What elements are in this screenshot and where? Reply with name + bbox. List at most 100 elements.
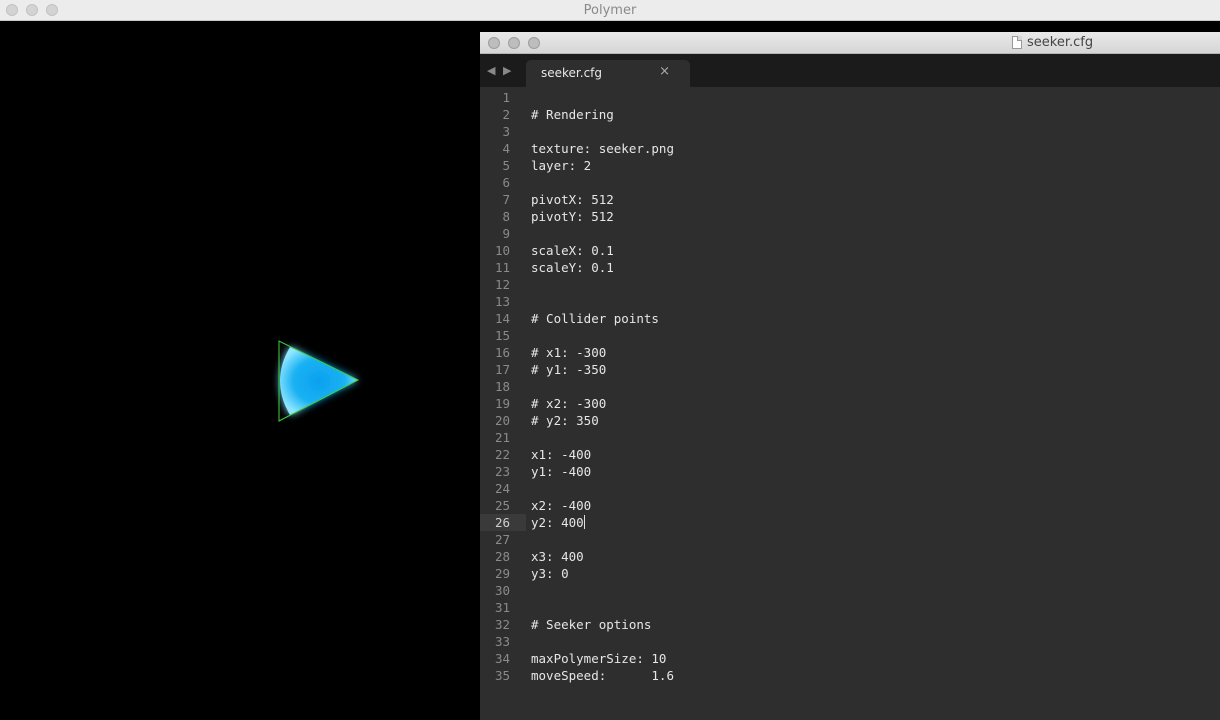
line-number: 10 [494, 243, 510, 258]
code-line-text: # Rendering [531, 107, 614, 122]
code-line[interactable]: 27 [480, 531, 1220, 548]
code-line[interactable]: 4 texture: seeker.png [480, 140, 1220, 157]
line-number: 26 [494, 515, 510, 530]
line-number: 35 [494, 668, 510, 683]
line-number: 24 [494, 481, 510, 496]
code-line[interactable]: 34 maxPolymerSize: 10 [480, 650, 1220, 667]
code-line-text: x2: -400 [531, 498, 592, 513]
code-line[interactable]: 6 [480, 174, 1220, 191]
line-number: 16 [494, 345, 510, 360]
line-number: 6 [502, 175, 510, 190]
code-editor[interactable]: 1 2 # Rendering 3 4 texture: seeker.png 5 layer… [480, 89, 1220, 720]
line-number: 1 [502, 90, 510, 105]
tab-bar: ◀ ▶ seeker.cfg × [480, 54, 1220, 87]
code-line[interactable]: 3 [480, 123, 1220, 140]
back-arrow-icon[interactable]: ◀ [487, 64, 495, 77]
line-number: 21 [494, 430, 510, 445]
line-number: 25 [494, 498, 510, 513]
code-line[interactable]: 20 # y2: 350 [480, 412, 1220, 429]
tab-label: seeker.cfg [541, 66, 603, 80]
game-window-titlebar: Polymer [0, 0, 1220, 21]
code-line-text: # y1: -350 [531, 362, 607, 377]
line-number: 11 [494, 260, 510, 275]
code-line[interactable]: 2 # Rendering [480, 106, 1220, 123]
code-line[interactable]: 19 # x2: -300 [480, 395, 1220, 412]
window-title: Polymer [583, 3, 637, 18]
code-line[interactable]: 24 [480, 480, 1220, 497]
code-line[interactable]: 25 x2: -400 [480, 497, 1220, 514]
code-line[interactable]: 14 # Collider points [480, 310, 1220, 327]
code-line-text: layer: 2 [531, 158, 592, 173]
code-line[interactable]: 18 [480, 378, 1220, 395]
code-line-text: scaleY: 0.1 [531, 260, 614, 275]
editor-minimize-button[interactable] [508, 37, 520, 49]
code-line[interactable]: 12 [480, 276, 1220, 293]
code-line[interactable]: 7 pivotX: 512 [480, 191, 1220, 208]
editor-titlebar: seeker.cfg [480, 32, 1220, 54]
code-line[interactable]: 29 y3: 0 [480, 565, 1220, 582]
code-line[interactable]: 13 [480, 293, 1220, 310]
code-line[interactable]: 10 scaleX: 0.1 [480, 242, 1220, 259]
line-number: 5 [502, 158, 510, 173]
line-number: 15 [494, 328, 510, 343]
line-number: 28 [494, 549, 510, 564]
code-line[interactable]: 23 y1: -400 [480, 463, 1220, 480]
game-viewport[interactable] [0, 21, 480, 720]
line-number: 14 [494, 311, 510, 326]
code-line[interactable]: 26 y2: 400 [480, 514, 1220, 531]
code-line[interactable]: 17 # y1: -350 [480, 361, 1220, 378]
code-line-text: # x1: -300 [531, 345, 607, 360]
editor-title-text: seeker.cfg [1027, 35, 1094, 50]
line-number: 12 [494, 277, 510, 292]
line-number: 32 [494, 617, 510, 632]
code-line[interactable]: 22 x1: -400 [480, 446, 1220, 463]
code-line-text: pivotX: 512 [531, 192, 614, 207]
code-line-text: y2: 400 [531, 515, 585, 530]
code-line[interactable]: 8 pivotY: 512 [480, 208, 1220, 225]
code-line[interactable]: 11 scaleY: 0.1 [480, 259, 1220, 276]
code-line[interactable]: 21 [480, 429, 1220, 446]
code-line-text: # Seeker options [531, 617, 652, 632]
code-line-text: # y2: 350 [531, 413, 599, 428]
line-number: 23 [494, 464, 510, 479]
code-line-text: texture: seeker.png [531, 141, 674, 156]
code-line[interactable]: 16 # x1: -300 [480, 344, 1220, 361]
code-line[interactable]: 35 moveSpeed: 1.6 [480, 667, 1220, 684]
code-line[interactable]: 28 x3: 400 [480, 548, 1220, 565]
code-line[interactable]: 5 layer: 2 [480, 157, 1220, 174]
line-number: 19 [494, 396, 510, 411]
editor-close-button[interactable] [488, 37, 500, 49]
line-number: 27 [494, 532, 510, 547]
code-line-text: y3: 0 [531, 566, 569, 581]
code-line[interactable]: 1 [480, 89, 1220, 106]
line-number: 7 [502, 192, 510, 207]
code-line-text: x1: -400 [531, 447, 592, 462]
code-line[interactable]: 30 [480, 582, 1220, 599]
code-line-text: moveSpeed: 1.6 [531, 668, 674, 683]
code-line[interactable]: 31 [480, 599, 1220, 616]
line-number: 30 [494, 583, 510, 598]
tab-seeker-cfg[interactable]: seeker.cfg × [526, 60, 690, 87]
line-number: 29 [494, 566, 510, 581]
seeker-sprite [280, 347, 358, 415]
code-line-text: scaleX: 0.1 [531, 243, 614, 258]
line-number: 17 [494, 362, 510, 377]
line-number: 31 [494, 600, 510, 615]
line-number: 20 [494, 413, 510, 428]
editor-title: seeker.cfg [1012, 35, 1093, 50]
code-line[interactable]: 33 [480, 633, 1220, 650]
code-line-text: maxPolymerSize: 10 [531, 651, 667, 666]
forward-arrow-icon[interactable]: ▶ [503, 64, 511, 77]
code-line-text: # Collider points [531, 311, 659, 326]
code-line[interactable]: 32 # Seeker options [480, 616, 1220, 633]
code-line[interactable]: 9 [480, 225, 1220, 242]
line-number: 22 [494, 447, 510, 462]
line-number: 2 [502, 107, 510, 122]
document-icon [1012, 36, 1022, 49]
code-line[interactable]: 15 [480, 327, 1220, 344]
line-number: 34 [494, 651, 510, 666]
editor-zoom-button[interactable] [528, 37, 540, 49]
code-line-text: y1: -400 [531, 464, 592, 479]
close-tab-icon[interactable]: × [659, 64, 670, 79]
line-number: 18 [494, 379, 510, 394]
